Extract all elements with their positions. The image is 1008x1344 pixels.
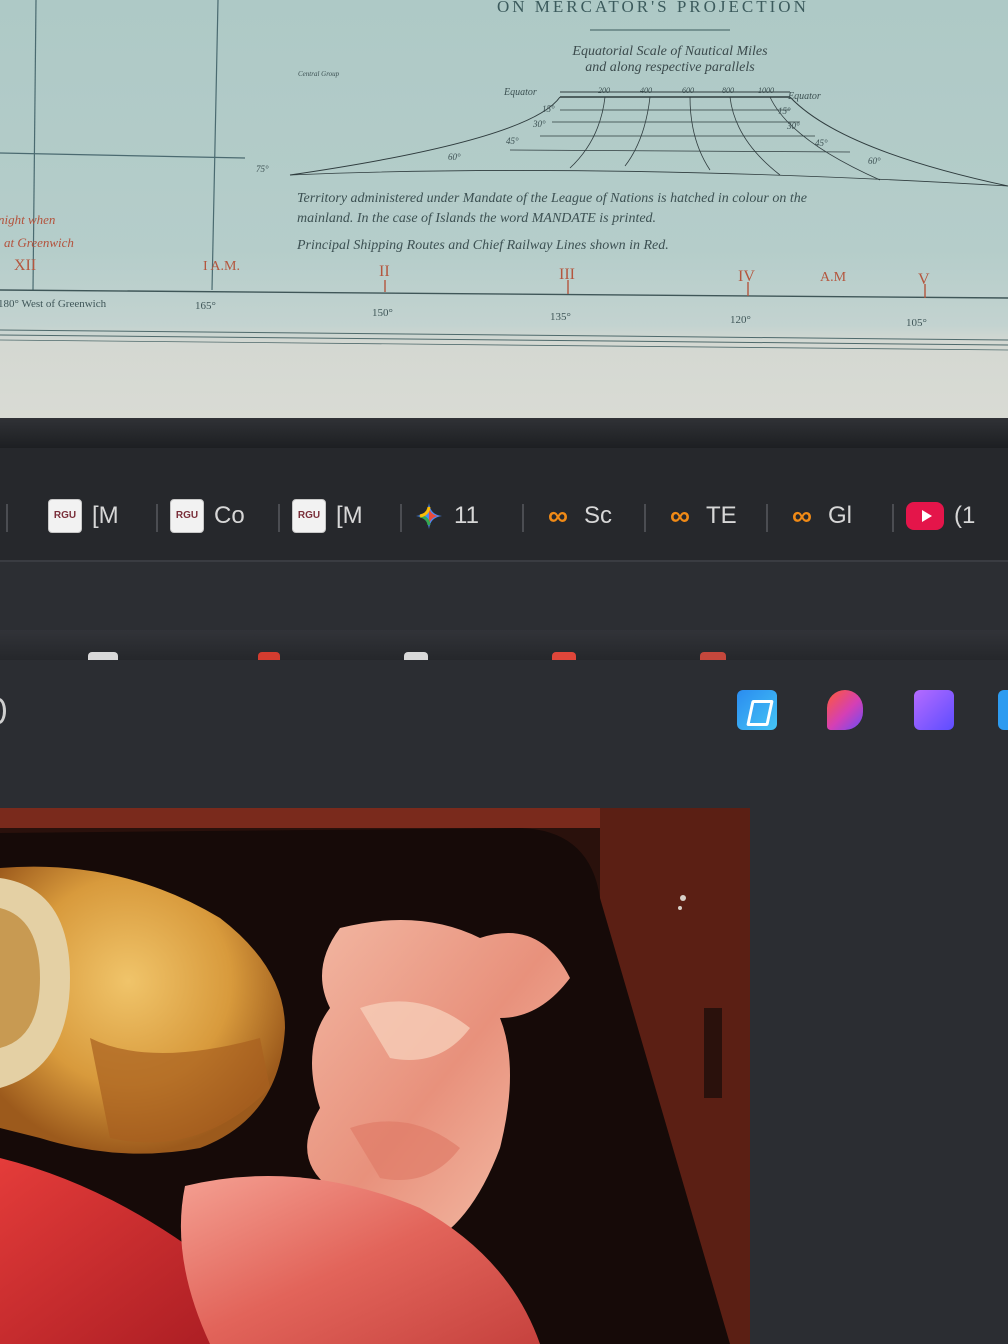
longitude-150: 150° [372, 307, 393, 319]
tab-copilot-3[interactable]: ∞ Gl [766, 490, 852, 542]
scale-lat-75: 75° [256, 164, 269, 174]
tab-label: Gl [828, 502, 852, 529]
longitude-165: 165° [195, 300, 216, 312]
scale-tick-400: 400 [640, 86, 652, 95]
browser-tab-bar: RGU [M RGU Co RGU [M 11 ∞ Sc ∞ TE ∞ Gl (… [0, 448, 1008, 560]
page-content [0, 660, 1008, 1344]
scale-equator-left: Equator [504, 87, 537, 98]
scale-lat-60-right: 60° [868, 156, 881, 166]
tab-separator [522, 504, 524, 532]
sushi-photo-art [0, 808, 750, 1344]
scale-equator-right: Equator [788, 91, 821, 102]
scale-tick-800: 800 [722, 86, 734, 95]
edge-extension-icon[interactable] [998, 690, 1008, 730]
mandate-note-line-2: mainland. In the case of Islands the wor… [297, 211, 657, 226]
address-bar-area[interactable] [0, 560, 1008, 632]
mandate-note-line-1: Territory administered under Mandate of … [297, 191, 807, 206]
favorite-item-icon[interactable] [88, 652, 118, 660]
tab-label: [M [92, 502, 119, 529]
copilot-loop-icon: ∞ [548, 500, 568, 531]
copilot-icon[interactable] [737, 690, 777, 730]
tab-rgu-1[interactable]: RGU [M [48, 490, 119, 542]
time-mark-ii: II [379, 263, 390, 280]
favorites-bar-edge [0, 630, 1008, 660]
longitude-120: 120° [730, 314, 751, 326]
scale-lat-30-right: 30° [787, 121, 800, 131]
wall-map: ON MERCATOR'S PROJECTION Equatorial Scal… [0, 0, 1008, 418]
left-note-line-1: night when [0, 212, 56, 227]
tab-label: [M [336, 502, 363, 529]
page-edge-icon[interactable] [0, 698, 6, 724]
scale-lat-60-left: 60° [448, 152, 461, 162]
rgu-icon: RGU [292, 499, 326, 533]
tab-rgu-3[interactable]: RGU [M [278, 490, 363, 542]
tab-copilot-1[interactable]: ∞ Sc [522, 490, 613, 542]
tab-separator [644, 504, 646, 532]
favorite-item-icon[interactable] [258, 652, 280, 660]
tab-separator [156, 504, 158, 532]
copilot-loop-icon: ∞ [670, 500, 690, 531]
tab-separator [766, 504, 768, 532]
tab-separator [400, 504, 402, 532]
scale-title-line-2: and along respective parallels [585, 60, 755, 75]
time-mark-xii: XII [14, 257, 37, 274]
scale-title-line-1: Equatorial Scale of Nautical Miles [572, 44, 768, 59]
favorite-item-icon[interactable] [700, 652, 726, 660]
tab-separator [278, 504, 280, 532]
tab-label: Sc [584, 502, 613, 529]
tab-separator [892, 504, 894, 532]
favorite-item-icon[interactable] [552, 652, 576, 660]
time-mark-v: V [918, 271, 930, 288]
scale-tick-200: 200 [598, 86, 610, 95]
scale-tick-1000: 1000 [758, 86, 774, 95]
scale-tick-600: 600 [682, 86, 694, 95]
tab-copilot-2[interactable]: ∞ TE [644, 490, 737, 542]
scale-lat-45-left: 45° [506, 136, 519, 146]
longitude-180: 180° West of Greenwich [0, 298, 107, 310]
play-icon [921, 510, 932, 522]
longitude-105: 105° [906, 317, 927, 329]
designer-icon[interactable] [827, 690, 863, 730]
routes-note: Principal Shipping Routes and Chief Rail… [297, 238, 669, 253]
tab-label: TE [706, 502, 737, 529]
left-note-line-2: at Greenwich [4, 235, 74, 250]
time-mark-iv: IV [738, 268, 755, 285]
tab-separator [6, 504, 8, 532]
scale-lat-45-right: 45° [815, 138, 828, 148]
favorite-item-icon[interactable] [404, 652, 428, 660]
copilot-loop-icon: ∞ [792, 500, 812, 531]
scale-title: Equatorial Scale of Nautical Miles and a… [480, 44, 860, 76]
rgu-icon: RGU [48, 499, 82, 533]
tab-youtube[interactable]: (1 [892, 490, 976, 542]
time-mark-1am: I A.M. [203, 259, 240, 274]
tab-label: (1 [954, 502, 976, 529]
gemini-icon [416, 503, 442, 529]
clipchamp-icon[interactable] [914, 690, 954, 730]
tab-label: 11 [454, 502, 479, 529]
central-group-label: Central Group [298, 70, 340, 78]
tab-rgu-2[interactable]: RGU Co [156, 490, 245, 542]
time-mark-iii: III [559, 266, 575, 283]
tab-gemini[interactable]: 11 [400, 490, 479, 542]
longitude-135: 135° [550, 311, 571, 323]
time-mark-am: A.M [820, 270, 847, 285]
scale-lat-15-right: 15° [778, 106, 791, 116]
tab-label: Co [214, 502, 245, 529]
sushi-photo[interactable] [0, 808, 750, 1344]
scale-lat-15-left: 15° [542, 104, 555, 114]
monitor-bezel [0, 418, 1008, 448]
scale-lat-30-left: 30° [533, 119, 546, 129]
youtube-icon [906, 502, 944, 530]
rgu-icon: RGU [170, 499, 204, 533]
map-title: ON MERCATOR'S PROJECTION [497, 0, 809, 16]
